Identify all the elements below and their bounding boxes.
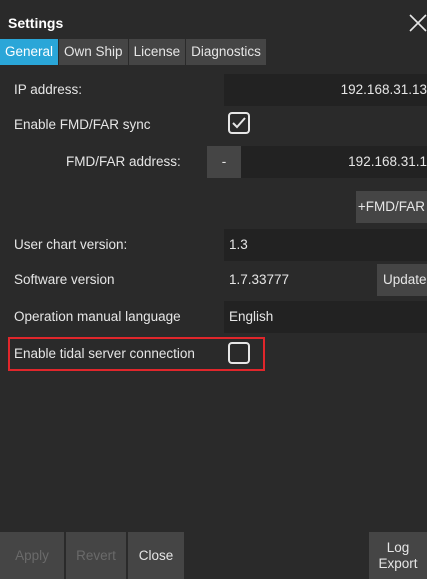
- software-version-label: Software version: [14, 272, 115, 287]
- fmd-address-label: FMD/FAR address:: [66, 154, 181, 169]
- ip-address-row: IP address: 192.168.31.13: [0, 74, 427, 106]
- chart-version-value: 1.3: [229, 237, 248, 252]
- add-fmd-button[interactable]: +FMD/FAR: [356, 191, 427, 223]
- close-icon[interactable]: [407, 12, 427, 34]
- apply-button[interactable]: Apply: [0, 532, 64, 579]
- bottom-bar: Apply Revert Close Log Export: [0, 532, 427, 579]
- fmd-address-row: FMD/FAR address: - 192.168.31.1: [0, 146, 427, 178]
- chart-version-label: User chart version:: [14, 237, 128, 252]
- check-icon: [232, 117, 246, 129]
- tab-license[interactable]: License: [128, 39, 187, 65]
- window-title: Settings: [8, 15, 64, 31]
- tab-diagnostics[interactable]: Diagnostics: [186, 39, 267, 65]
- tab-own-ship[interactable]: Own Ship: [59, 39, 129, 65]
- remove-fmd-button[interactable]: -: [207, 146, 241, 178]
- close-button[interactable]: Close: [128, 532, 184, 579]
- fmd-address-field[interactable]: 192.168.31.1: [241, 146, 427, 178]
- software-version-value: 1.7.33777: [229, 272, 290, 287]
- highlight-box: [8, 337, 265, 371]
- chart-version-select[interactable]: 1.3: [224, 229, 427, 261]
- manual-language-row: Operation manual language English: [0, 301, 427, 333]
- revert-button[interactable]: Revert: [66, 532, 126, 579]
- manual-language-select[interactable]: English: [224, 301, 427, 333]
- tab-bar: General Own Ship License Diagnostics: [0, 39, 267, 65]
- title-bar: Settings: [0, 0, 427, 40]
- update-button[interactable]: Update: [377, 264, 427, 296]
- software-version-row: Software version 1.7.33777 Update: [0, 264, 427, 296]
- fmd-sync-row: Enable FMD/FAR sync: [0, 108, 427, 142]
- fmd-sync-label: Enable FMD/FAR sync: [14, 117, 151, 132]
- log-export-button[interactable]: Log Export: [369, 532, 427, 579]
- ip-address-label: IP address:: [14, 82, 83, 97]
- manual-language-label: Operation manual language: [14, 309, 181, 324]
- fmd-sync-checkbox[interactable]: [228, 112, 250, 134]
- tab-general[interactable]: General: [0, 39, 60, 65]
- manual-language-value: English: [229, 309, 274, 324]
- log-export-label-line2: Export: [378, 556, 418, 571]
- ip-address-field[interactable]: 192.168.31.13: [224, 74, 427, 106]
- log-export-label-line1: Log: [386, 540, 410, 555]
- chart-version-row: User chart version: 1.3: [0, 229, 427, 261]
